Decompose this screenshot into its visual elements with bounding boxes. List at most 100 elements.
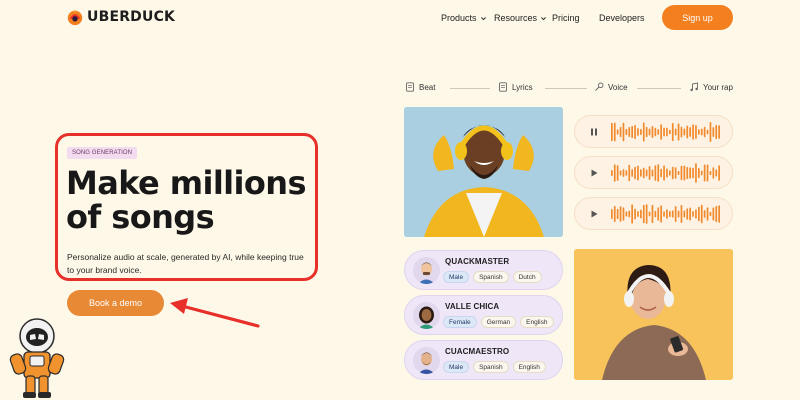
tag-gender: Male	[443, 361, 470, 373]
waveform-bar	[692, 123, 694, 140]
waveform-bar	[631, 125, 633, 138]
waveform-bar	[689, 207, 691, 220]
waveform-bar	[645, 169, 648, 176]
signup-button[interactable]: Sign up	[662, 5, 733, 30]
waveform-bar	[611, 169, 613, 176]
waveform-bar	[692, 167, 694, 178]
waveform-bar	[648, 211, 651, 216]
voice-card-quackmaster[interactable]: QUACKMASTER Male Spanish Dutch	[404, 250, 563, 290]
nav-developers[interactable]: Developers	[599, 13, 645, 23]
avatar	[413, 257, 440, 284]
man-with-headphones-image	[404, 107, 563, 237]
play-icon[interactable]	[587, 166, 601, 180]
waveform-bar	[622, 206, 625, 221]
waveform-bar	[669, 169, 671, 176]
voice-card-valle-chica[interactable]: VALLE CHICA Female German English	[404, 295, 563, 335]
waveform-bar	[654, 127, 657, 136]
waveform-bar	[692, 210, 694, 217]
astronaut-mascot-icon	[9, 318, 65, 398]
waveform-bar	[631, 168, 633, 177]
step-connector	[637, 88, 681, 89]
waveform-bar	[671, 209, 674, 218]
waveform-bar	[677, 209, 680, 218]
step-connector	[450, 88, 490, 89]
waveform-bar	[695, 124, 697, 139]
waveform-bar	[634, 208, 636, 219]
step-label: Your rap	[703, 82, 733, 92]
waveform-bar	[625, 128, 628, 135]
step-your-rap: Your rap	[689, 82, 733, 92]
waveform-bar	[637, 210, 639, 217]
step-beat: Beat	[405, 82, 435, 92]
voice-name: QUACKMASTER	[445, 257, 510, 266]
waveform-bar	[703, 209, 706, 218]
play-icon[interactable]	[587, 207, 601, 221]
waveform-bar	[680, 165, 683, 180]
waveform-bar	[660, 168, 662, 177]
waveform-bar	[613, 122, 616, 141]
waveform-bar	[642, 167, 645, 178]
nav-products[interactable]: Products	[441, 13, 487, 23]
waveform-bar	[680, 204, 683, 223]
hero-headline: Make millions of songs	[66, 164, 307, 236]
waveform-bar	[706, 164, 709, 181]
waveform-bar	[674, 127, 677, 136]
waveform-bar	[700, 204, 703, 223]
waveform-bar	[671, 122, 674, 141]
step-connector	[545, 88, 587, 89]
waveform-bar	[660, 123, 662, 140]
waveform-bar	[703, 126, 706, 137]
waveform-bar	[637, 127, 639, 136]
waveform-bar	[616, 164, 619, 181]
voice-tags: Female German English	[443, 316, 554, 328]
waveform-bar	[648, 128, 651, 135]
nav-resources[interactable]: Resources	[494, 13, 547, 23]
waveform-bar	[642, 204, 645, 223]
waveform-bar	[689, 166, 691, 179]
waveform-1	[611, 121, 720, 142]
waveform-bar	[666, 167, 668, 178]
waveform-bar	[669, 129, 671, 134]
waveform-bar	[657, 128, 660, 135]
voice-card-cuacmaestro[interactable]: CUACMAESTRO Male Spanish English	[404, 340, 563, 380]
avatar	[413, 302, 440, 329]
pause-icon[interactable]	[587, 125, 601, 139]
waveform-bar	[628, 210, 631, 217]
waveform-bar	[715, 205, 718, 222]
top-navigation: UBERDUCK Products Resources Pricing Deve…	[0, 0, 800, 36]
waveform-bar	[686, 166, 689, 179]
song-generation-badge: SONG GENERATION	[67, 147, 138, 159]
waveform-bar	[706, 129, 709, 134]
waveform-bar	[718, 164, 720, 181]
waveform-bar	[634, 166, 636, 179]
waveform-bar	[674, 205, 677, 222]
waveform-bar	[666, 208, 668, 219]
waveform-bar	[706, 206, 709, 221]
waveform-bar	[625, 211, 628, 216]
tag-language: Spanish	[473, 271, 509, 283]
waveform-bar	[625, 169, 628, 176]
waveform-bar	[709, 211, 712, 216]
audio-player-2[interactable]	[574, 156, 733, 189]
waveform-bar	[709, 121, 712, 142]
waveform-bar	[683, 128, 686, 135]
tag-language: English	[512, 361, 546, 373]
process-steps: Beat Lyrics Voice Your rap	[405, 82, 735, 94]
waveform-bar	[677, 122, 680, 141]
step-voice: Voice	[594, 82, 628, 92]
waveform-bar	[634, 124, 636, 139]
waveform-bar	[640, 209, 642, 218]
chevron-down-icon	[541, 16, 546, 20]
audio-player-1[interactable]	[574, 115, 733, 148]
waveform-bar	[660, 204, 662, 223]
tag-gender: Female	[443, 316, 477, 328]
nav-pricing[interactable]: Pricing	[552, 13, 580, 23]
book-demo-button[interactable]: Book a demo	[67, 290, 164, 316]
red-arrow-annotation-icon	[170, 298, 260, 328]
duck-logo-icon	[67, 9, 83, 26]
uberduck-logo[interactable]: UBERDUCK	[66, 8, 175, 26]
audio-player-3[interactable]	[574, 197, 733, 230]
waveform-bar	[703, 163, 706, 182]
document-icon	[499, 82, 507, 92]
waveform-bar	[651, 125, 654, 138]
